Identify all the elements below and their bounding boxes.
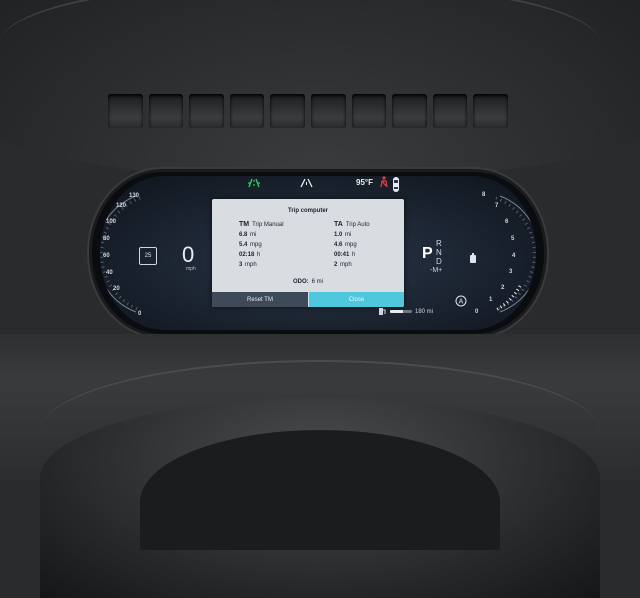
trip-economy: 5.4 mpg	[239, 240, 319, 250]
rpm-tick-label: 8	[482, 192, 486, 198]
speed-tick-label: 20	[113, 286, 120, 292]
reset-tm-button[interactable]: Reset TM	[212, 292, 308, 307]
vent-slot	[351, 94, 387, 128]
unit: mpg	[250, 242, 262, 248]
unit: h	[257, 252, 261, 258]
trip-time: 02:18 h	[239, 250, 319, 260]
trip-auto-column: TA Trip Auto 1.0 mi 4.6 mpg 00:41 h 2 mph	[334, 221, 404, 270]
hood-rim	[0, 0, 600, 43]
vent-slot	[189, 94, 224, 128]
trip-computer-dialog: Trip computer TM Trip Manual 6.8 mi 5.4 m…	[212, 199, 404, 307]
odometer: ODO: 6 mi	[212, 279, 404, 285]
vent-slot	[310, 94, 346, 128]
trip-code: TA	[334, 221, 343, 228]
vent-slot	[108, 94, 143, 128]
value: 00:41	[334, 252, 350, 258]
rpm-tick-label: 4	[512, 253, 516, 259]
speed-limit-sign: 25	[139, 247, 157, 265]
close-button[interactable]: Close	[309, 292, 404, 307]
unit: mph	[245, 262, 257, 268]
speed-tick-label: 40	[106, 270, 113, 276]
value: 1.0	[334, 232, 343, 238]
trip-name: Trip Auto	[345, 222, 370, 228]
unit: mpg	[345, 242, 357, 248]
trip-manual-column: TM Trip Manual 6.8 mi 5.4 mpg 02:18 h 3 m…	[239, 221, 319, 270]
rpm-tick-label: 0	[475, 309, 479, 315]
vent-slot	[432, 94, 468, 128]
vent-slot	[229, 94, 265, 128]
value: 4.6	[334, 242, 343, 248]
odo-label: ODO:	[292, 279, 309, 285]
lane-assist-icon	[247, 178, 261, 188]
road-icon	[300, 178, 313, 188]
unit: mph	[340, 262, 352, 268]
rpm-tick-label: 5	[511, 236, 515, 242]
value: 2	[334, 262, 338, 268]
unit: h	[352, 252, 356, 258]
range-value: 180 mi	[415, 308, 434, 315]
instrument-cluster-screen: 95°F 130 120 100 80 60 40 20 0 25 0 mph …	[100, 176, 536, 330]
rpm-tick-label: 1	[489, 297, 493, 303]
vent-slot	[473, 94, 508, 128]
value: 6.8	[239, 232, 248, 238]
vent-slot	[392, 94, 427, 128]
trip-manual-header: TM Trip Manual	[239, 221, 319, 228]
dashboard-hood	[0, 0, 640, 180]
speed-tick-label: 80	[103, 236, 110, 242]
fuel-range-bar	[390, 310, 412, 313]
odo-value: 6 mi	[311, 279, 323, 285]
rpm-tick-label: 2	[501, 285, 505, 291]
value: 02:18	[239, 252, 255, 258]
trip-name: Trip Manual	[252, 222, 284, 228]
current-speed: 0	[182, 242, 195, 267]
rpm-tick-label: 7	[495, 203, 499, 209]
speed-tick-label: 60	[103, 253, 110, 259]
speed-tick-label: 100	[106, 219, 117, 225]
trip-avg-speed: 2 mph	[334, 260, 404, 270]
trip-distance: 6.8 mi	[239, 230, 319, 240]
car-door-icon	[391, 176, 401, 194]
speedometer-arc	[100, 195, 141, 313]
unit: mi	[250, 232, 257, 238]
trip-auto-header: TA Trip Auto	[334, 221, 404, 228]
value: 3	[239, 262, 243, 268]
trip-economy: 4.6 mpg	[334, 240, 404, 250]
trip-distance: 1.0 mi	[334, 230, 404, 240]
seatbelt-warning-icon	[379, 176, 389, 188]
unit: mi	[345, 232, 352, 238]
speed-unit: mph	[186, 266, 196, 272]
rpm-tick-label: 3	[509, 269, 513, 275]
rpm-tick-label: 6	[505, 219, 509, 225]
svg-text:A: A	[459, 299, 464, 306]
auto-hold-icon: A	[455, 294, 467, 312]
speed-tick-label: 0	[138, 311, 142, 317]
fuel-level-icon	[469, 250, 477, 268]
fuel-range: 180 mi	[378, 307, 433, 316]
fuel-pump-icon	[379, 308, 386, 315]
value: 5.4	[239, 242, 248, 248]
dialog-title: Trip computer	[287, 208, 328, 214]
trip-avg-speed: 3 mph	[239, 260, 319, 270]
vent-slot	[270, 94, 305, 128]
cluster-hood-vents	[108, 94, 508, 128]
outside-temperature: 95°F	[356, 178, 373, 187]
trip-code: TM	[239, 221, 250, 228]
trip-time: 00:41 h	[334, 250, 404, 260]
vent-slot	[148, 94, 184, 128]
speed-tick-label: 120	[116, 203, 127, 209]
speed-tick-label: 130	[129, 193, 140, 199]
